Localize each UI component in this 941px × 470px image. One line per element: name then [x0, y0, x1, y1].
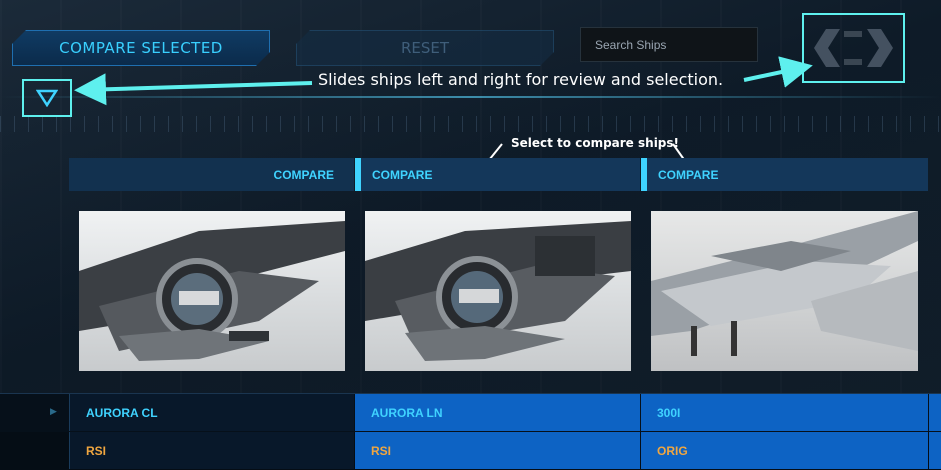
table-cell-overflow	[929, 394, 941, 431]
reset-button[interactable]: RESET	[296, 30, 554, 66]
manufacturer-cell: RSI	[355, 432, 640, 469]
header-divider	[0, 96, 941, 98]
compare-toggle-2[interactable]: COMPARE	[355, 158, 640, 191]
compare-toggle-3[interactable]: COMPARE	[641, 158, 928, 191]
ship-image-aurora-ln[interactable]	[365, 211, 631, 371]
ship-slider-control[interactable]	[802, 13, 905, 83]
ruler-ticks	[0, 116, 941, 132]
compare-toggle-1[interactable]: COMPARE	[69, 158, 354, 191]
slider-annotation: Slides ships left and right for review a…	[318, 70, 724, 89]
search-input[interactable]	[580, 27, 758, 62]
compare-annotation: Select to compare ships!	[511, 136, 680, 150]
table-cell-overflow	[929, 432, 941, 469]
chevron-left-right-icon	[814, 29, 893, 67]
ship-name-cell: AURORA LN	[355, 394, 640, 431]
toggle-filter-button[interactable]	[22, 79, 72, 117]
ship-name-cell: 300I	[641, 394, 928, 431]
manufacturer-cell: ORIG	[641, 432, 928, 469]
ship-image-300i[interactable]	[651, 211, 918, 371]
triangle-down-icon	[36, 89, 58, 107]
ship-image-aurora-cl[interactable]	[79, 211, 345, 371]
manufacturer-cell: RSI	[69, 432, 354, 469]
compare-selected-button[interactable]: COMPARE SELECTED	[12, 30, 270, 66]
row-expand-icon: ▶	[50, 407, 57, 417]
ship-name-cell: AURORA CL	[69, 394, 354, 431]
